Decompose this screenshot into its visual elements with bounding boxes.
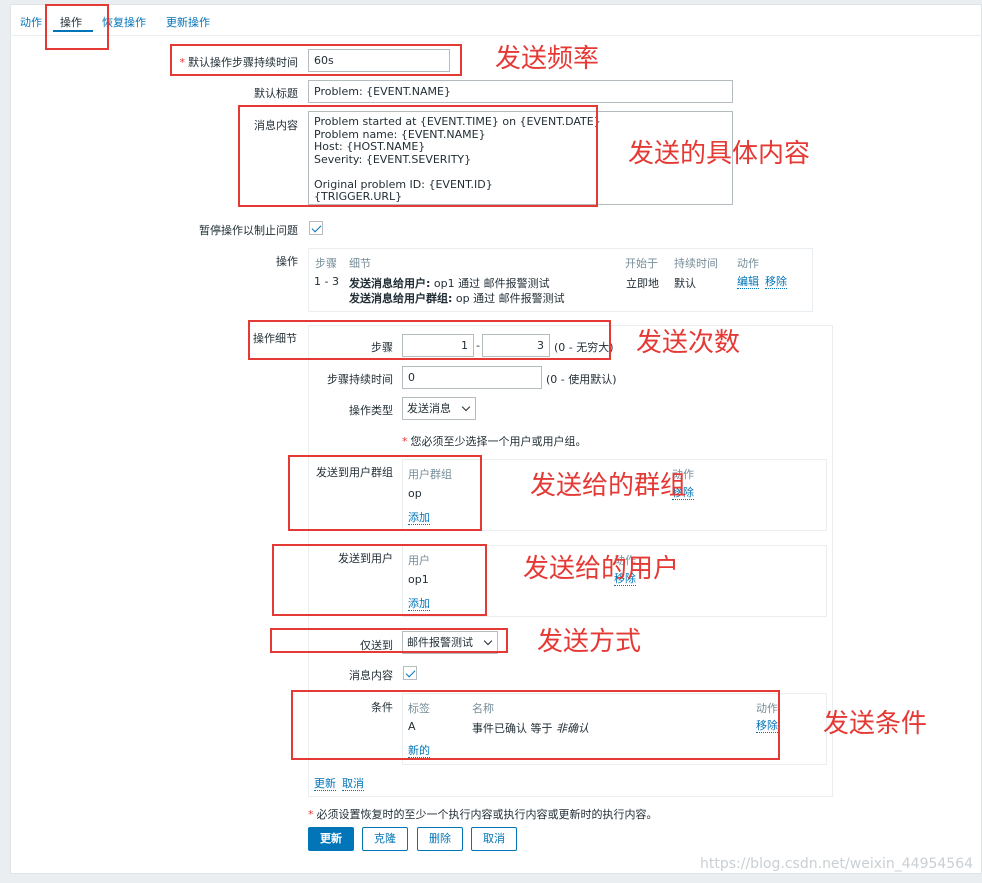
operations-header-duration: 持续时间 xyxy=(674,257,718,270)
tab-operations[interactable]: 操作 xyxy=(60,14,82,30)
operation-row-start-in: 立即地 xyxy=(626,277,659,290)
step-duration-hint: (0 - 使用默认) xyxy=(546,373,617,386)
condition-tag: A xyxy=(408,720,416,733)
default-step-duration-label: * 默认操作步骤持续时间 xyxy=(179,56,299,69)
annotation-group: 发送给的群组 xyxy=(530,471,687,501)
user-item: op1 xyxy=(408,573,429,586)
custom-message-label: 消息内容 xyxy=(349,669,393,682)
send-only-to-label: 仅送到 xyxy=(360,639,393,652)
operation-row-steps: 1 - 3 xyxy=(314,275,339,288)
operations-header-start-in: 开始于 xyxy=(625,257,658,270)
message-label: 消息内容 xyxy=(254,119,298,132)
footer-required-note: * 必须设置恢复时的至少一个执行内容或执行内容或更新时的执行内容。 xyxy=(308,808,658,821)
conditions-header-tag: 标签 xyxy=(408,702,430,715)
send-to-user-groups-label: 发送到用户群组 xyxy=(316,466,393,479)
operation-remove-link[interactable]: 移除 xyxy=(765,275,787,289)
annotation-content: 发送的具体内容 xyxy=(628,139,811,169)
tab-recovery-operations[interactable]: 恢复操作 xyxy=(102,14,146,30)
user-group-add-link[interactable]: 添加 xyxy=(408,511,430,525)
send-only-to-select[interactable]: 邮件报警测试 xyxy=(402,631,498,654)
step-from-input[interactable]: 1 xyxy=(402,334,474,357)
operation-edit-link[interactable]: 编辑 xyxy=(737,275,759,289)
operations-label: 操作 xyxy=(276,255,298,268)
operation-type-label: 操作类型 xyxy=(349,404,393,417)
operation-details-title: 操作细节 xyxy=(253,332,297,345)
condition-new-link[interactable]: 新的 xyxy=(408,744,430,758)
pause-operations-checkbox[interactable] xyxy=(309,221,323,235)
tabs-divider xyxy=(10,35,982,36)
operation-row-detail-groups: 发送消息给用户群组: op 通过 邮件报警测试 xyxy=(349,292,565,305)
operations-header-steps: 步骤 xyxy=(315,257,337,270)
step-range-dash: - xyxy=(476,339,480,352)
active-tab-indicator xyxy=(53,30,93,32)
chevron-down-icon xyxy=(483,636,493,646)
chevron-down-icon xyxy=(461,402,471,412)
annotation-condition: 发送条件 xyxy=(823,709,928,739)
user-add-link[interactable]: 添加 xyxy=(408,597,430,611)
operations-header-details: 细节 xyxy=(349,257,371,270)
send-to-users-label: 发送到用户 xyxy=(338,552,393,565)
update-button[interactable]: 更新 xyxy=(308,827,354,851)
annotation-user: 发送给的用户 xyxy=(523,554,680,584)
condition-remove-link[interactable]: 移除 xyxy=(756,719,778,733)
condition-name: 事件已确认 等于 非确认 xyxy=(472,722,589,735)
step-to-input[interactable]: 3 xyxy=(482,334,550,357)
conditions-label: 条件 xyxy=(371,701,393,714)
cancel-button[interactable]: 取消 xyxy=(471,827,517,851)
annotation-method: 发送方式 xyxy=(537,627,642,657)
tab-action[interactable]: 动作 xyxy=(20,14,42,30)
operations-header-action: 动作 xyxy=(737,257,759,270)
step-duration-input[interactable]: 0 xyxy=(402,366,542,389)
users-header: 用户 xyxy=(408,554,430,567)
clone-button[interactable]: 克隆 xyxy=(362,827,408,851)
operation-update-link[interactable]: 更新 xyxy=(314,777,336,791)
user-groups-header: 用户群组 xyxy=(408,468,452,481)
step-duration-label: 步骤持续时间 xyxy=(327,373,393,386)
steps-hint: (0 - 无穷大) xyxy=(554,341,614,354)
annotation-count: 发送次数 xyxy=(636,328,741,358)
conditions-header-name: 名称 xyxy=(472,702,494,715)
default-subject-label: 默认标题 xyxy=(254,87,298,100)
pause-operations-label: 暂停操作以制止问题 xyxy=(199,224,298,237)
operation-cancel-link[interactable]: 取消 xyxy=(342,777,364,791)
steps-label: 步骤 xyxy=(371,341,393,354)
delete-button[interactable]: 删除 xyxy=(417,827,463,851)
operation-type-select[interactable]: 发送消息 xyxy=(402,397,476,420)
custom-message-checkbox[interactable] xyxy=(403,666,417,680)
watermark: https://blog.csdn.net/weixin_44954564 xyxy=(700,856,974,872)
operation-row-detail-users: 发送消息给用户: op1 通过 邮件报警测试 xyxy=(349,277,550,290)
operation-row-duration: 默认 xyxy=(674,277,696,290)
user-group-item: op xyxy=(408,487,422,500)
default-step-duration-input[interactable]: 60s xyxy=(308,49,450,72)
required-user-note: * 您必须至少选择一个用户或用户组。 xyxy=(402,435,587,448)
conditions-header-action: 动作 xyxy=(756,702,778,715)
tab-update-operations[interactable]: 更新操作 xyxy=(166,14,210,30)
annotation-frequency: 发送频率 xyxy=(495,44,600,74)
default-subject-input[interactable]: Problem: {EVENT.NAME} xyxy=(308,80,733,103)
